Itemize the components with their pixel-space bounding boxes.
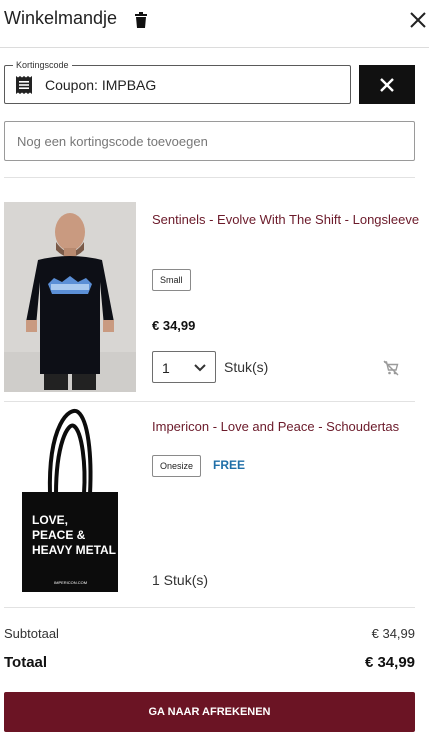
divider bbox=[4, 401, 415, 402]
add-coupon-input[interactable] bbox=[4, 121, 415, 161]
checkout-button[interactable]: GA NAAR AFREKENEN bbox=[4, 692, 415, 732]
quantity-text: 1 Stuk(s) bbox=[152, 572, 209, 588]
cart-title: Winkelmandje bbox=[4, 8, 118, 28]
quantity-unit: Stuk(s) bbox=[224, 359, 269, 375]
product-image-tote-bag[interactable]: LOVE, PEACE & HEAVY METAL IMPERICON.COM bbox=[4, 404, 136, 594]
cart-header: Winkelmandje bbox=[0, 0, 429, 48]
quantity-value: 1 bbox=[162, 360, 170, 376]
total-label: Totaal bbox=[4, 654, 48, 671]
coupon-value: Coupon: IMPBAG bbox=[45, 77, 157, 93]
size-badge: Onesize bbox=[152, 455, 202, 477]
chevron-down-icon bbox=[194, 364, 206, 372]
divider bbox=[4, 177, 415, 178]
bag-small-print: IMPERICON.COM bbox=[54, 580, 87, 585]
coupon-legend: Kortingscode bbox=[13, 58, 72, 72]
close-icon[interactable] bbox=[408, 10, 428, 30]
bag-print-line: HEAVY METAL bbox=[32, 543, 116, 557]
remove-from-cart-icon[interactable] bbox=[383, 360, 399, 376]
remove-coupon-button[interactable] bbox=[359, 65, 415, 104]
product-image-longsleeve[interactable] bbox=[4, 202, 136, 392]
free-label: FREE bbox=[213, 458, 246, 472]
product-name[interactable]: Impericon - Love and Peace - Schoudertas bbox=[152, 416, 420, 438]
product-name[interactable]: Sentinels - Evolve With The Shift - Long… bbox=[152, 209, 420, 231]
close-icon bbox=[380, 77, 394, 92]
subtotal-value: € 34,99 bbox=[371, 626, 415, 641]
size-badge: Small bbox=[152, 269, 191, 291]
receipt-icon bbox=[16, 76, 32, 94]
quantity-select[interactable]: 1 bbox=[152, 351, 216, 383]
divider bbox=[4, 607, 415, 608]
coupon-field[interactable]: Kortingscode Coupon: IMPBAG bbox=[4, 58, 351, 104]
product-price: € 34,99 bbox=[152, 318, 196, 333]
total-value: € 34,99 bbox=[364, 654, 415, 671]
trash-icon[interactable] bbox=[134, 12, 148, 28]
bag-print-line: PEACE & bbox=[32, 528, 86, 542]
subtotal-label: Subtotaal bbox=[4, 626, 59, 641]
bag-print-line: LOVE, bbox=[32, 513, 68, 527]
